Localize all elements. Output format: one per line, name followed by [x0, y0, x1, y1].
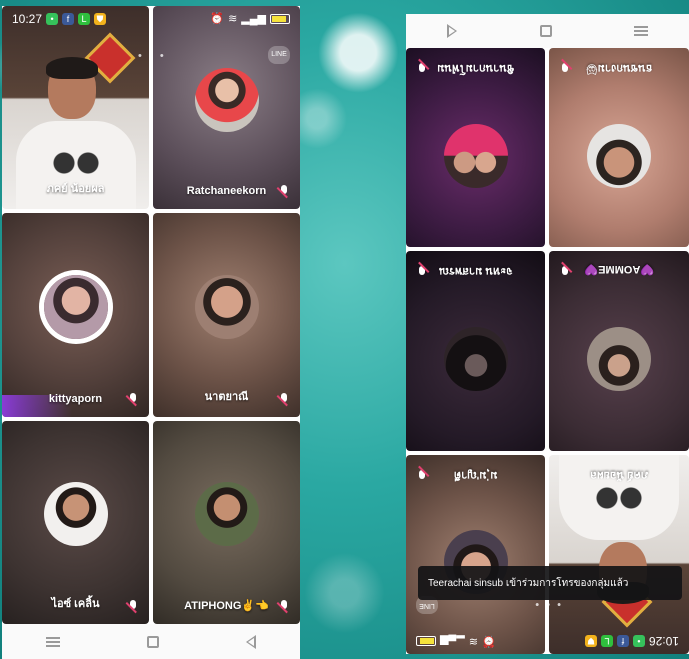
- participant-tile[interactable]: ATIPHONG✌️👈: [153, 420, 300, 624]
- mic-muted-icon: [416, 465, 428, 479]
- mic-muted-icon: [278, 392, 290, 407]
- mic-muted-icon: [127, 392, 139, 407]
- participant-tile[interactable]: จะหน มาสพรณ: [406, 251, 546, 451]
- alarm-icon: ⏰: [210, 13, 225, 25]
- back-icon[interactable]: [447, 24, 458, 38]
- battery-icon: [416, 636, 436, 646]
- facebook-icon: f: [616, 635, 629, 647]
- participant-tile[interactable]: Ratchaneekorn: [153, 6, 300, 210]
- participant-tile[interactable]: นาตยาณี: [153, 213, 300, 417]
- menu-icon[interactable]: [45, 636, 60, 647]
- line-icon: L: [78, 13, 91, 25]
- participant-tile[interactable]: ชินานกามโฟ่นม: [406, 48, 546, 248]
- mic-muted-icon: [560, 261, 572, 275]
- system-nav-bar: [406, 14, 689, 48]
- mic-muted-icon: [278, 185, 290, 199]
- alarm-icon: ⏰: [481, 635, 496, 647]
- menu-icon[interactable]: [633, 26, 648, 36]
- join-notification-toast: Teerachai sinsub เข้าร่วมการโทรของกลุ่มแ…: [418, 566, 682, 600]
- facebook-icon: f: [62, 13, 75, 25]
- line-app-icon[interactable]: LINE: [268, 46, 290, 64]
- video-call-grid: ภคย์ น้อยผล ม ุ่ม'ญาตี 💜AOMME💜 จะหน มาสพ…: [406, 48, 689, 654]
- messenger-icon: •: [46, 13, 59, 25]
- status-time: 10:26: [648, 634, 679, 648]
- video-call-grid: ภคย์ น้อยผล Ratchaneekorn kittyaporn นาต…: [2, 6, 300, 624]
- participant-video: [15, 43, 136, 210]
- participant-name: ภคย์ น้อยผล: [590, 468, 649, 481]
- mic-muted-icon: [127, 599, 139, 614]
- battery-icon: [270, 14, 290, 24]
- home-icon[interactable]: [539, 25, 552, 37]
- participant-tile[interactable]: ไอซ์ เคลิ้น: [2, 420, 149, 624]
- participant-avatar: [194, 482, 259, 547]
- participant-tile[interactable]: kittyaporn: [2, 213, 149, 417]
- status-bar: 10:27 • f L ⛊ ⏰ ≋ ▂▄▆: [2, 6, 300, 32]
- shield-icon: ⛊: [584, 635, 597, 647]
- participant-avatar: [43, 274, 108, 339]
- participant-avatar: [194, 274, 259, 339]
- mic-muted-icon: [416, 58, 428, 72]
- back-icon[interactable]: [246, 634, 257, 649]
- participant-avatar: [443, 123, 508, 188]
- toast-message: Teerachai sinsub เข้าร่วมการโทรของกลุ่มแ…: [428, 577, 629, 589]
- signal-icon: ▂▄▆: [440, 635, 465, 647]
- left-phone-screenshot: 10:27 • f L ⛊ ⏰ ≋ ▂▄▆ ภคย์ น้อยผล Ratcha…: [2, 6, 300, 659]
- participant-avatar: [587, 326, 652, 391]
- mic-muted-icon: [560, 58, 572, 72]
- wifi-icon: ≋: [468, 635, 478, 647]
- status-time: 10:27: [12, 12, 43, 26]
- participant-name: ภคย์ น้อยผล: [46, 183, 105, 196]
- participant-avatar: [43, 482, 108, 547]
- shield-icon: ⛊: [94, 13, 107, 25]
- wifi-icon: ≋: [228, 13, 238, 25]
- signal-icon: ▂▄▆: [241, 13, 266, 25]
- mic-muted-icon: [416, 261, 428, 275]
- participant-tile[interactable]: ธนชนกงาม😸: [549, 48, 689, 248]
- right-phone-screenshot-rotated: 10:26 • f L ⛊ ⏰ ≋ ▂▄▆ ภคย์ น้อยผล ม ุ่ม'…: [406, 14, 689, 654]
- mic-muted-icon: [278, 599, 290, 614]
- status-bar: 10:26 • f L ⛊ ⏰ ≋ ▂▄▆: [406, 628, 689, 654]
- participant-avatar: [443, 326, 508, 391]
- line-icon: L: [600, 635, 613, 647]
- home-icon[interactable]: [146, 635, 159, 648]
- messenger-icon: •: [632, 635, 645, 647]
- participant-tile[interactable]: ภคย์ น้อยผล: [549, 454, 689, 654]
- system-nav-bar: [2, 624, 300, 659]
- more-options-icon[interactable]: • • •: [138, 50, 166, 62]
- participant-avatar: [587, 123, 652, 188]
- participant-avatar: [194, 67, 259, 132]
- participant-tile[interactable]: ม ุ่ม'ญาตี: [406, 454, 546, 654]
- participant-tile[interactable]: ภคย์ น้อยผล: [2, 6, 149, 210]
- participant-tile[interactable]: 💜AOMME💜: [549, 251, 689, 451]
